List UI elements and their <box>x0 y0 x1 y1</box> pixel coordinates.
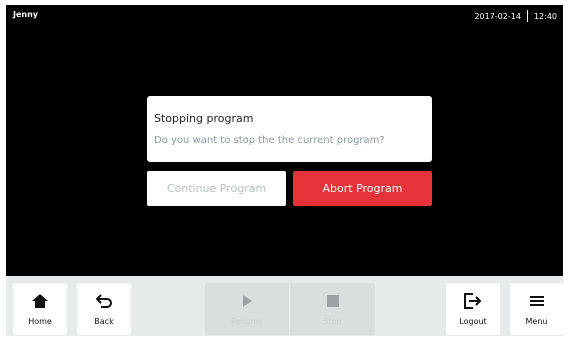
home-icon <box>32 293 48 309</box>
stop-program-dialog: Stopping program Do you want to stop the… <box>147 96 432 162</box>
divider <box>526 10 528 22</box>
menu-label: Menu <box>525 317 548 326</box>
logout-label: Logout <box>459 317 487 326</box>
status-bar: Jenny 2017-02-14 12:40 <box>6 5 563 27</box>
continue-program-button[interactable]: Continue Program <box>147 171 286 206</box>
hamburger-menu-icon <box>529 293 544 309</box>
home-label: Home <box>28 317 52 326</box>
menu-button[interactable]: Menu <box>510 283 563 335</box>
stop-button[interactable]: Stop <box>290 283 375 335</box>
user-name: Jenny <box>13 10 39 19</box>
resume-button[interactable]: Resume <box>205 283 289 335</box>
dialog-title: Stopping program <box>154 112 254 125</box>
logout-button[interactable]: Logout <box>446 283 500 335</box>
logout-icon <box>464 293 482 309</box>
bottom-toolbar: Home Back Resume Stop Logout Menu <box>6 276 563 336</box>
abort-program-button[interactable]: Abort Program <box>293 171 432 206</box>
back-button[interactable]: Back <box>77 283 131 335</box>
date-time: 2017-02-14 12:40 <box>474 10 557 22</box>
date-text: 2017-02-14 <box>474 11 521 21</box>
home-button[interactable]: Home <box>13 283 67 335</box>
stop-icon <box>326 293 339 309</box>
time-text: 12:40 <box>533 11 557 21</box>
app-screen: Jenny 2017-02-14 12:40 Stopping program … <box>6 5 563 336</box>
play-icon <box>241 293 253 309</box>
resume-label: Resume <box>230 317 264 326</box>
back-arrow-icon <box>96 293 112 309</box>
back-label: Back <box>94 317 114 326</box>
dialog-message: Do you want to stop the the current prog… <box>154 135 385 146</box>
stop-label: Stop <box>323 317 342 326</box>
